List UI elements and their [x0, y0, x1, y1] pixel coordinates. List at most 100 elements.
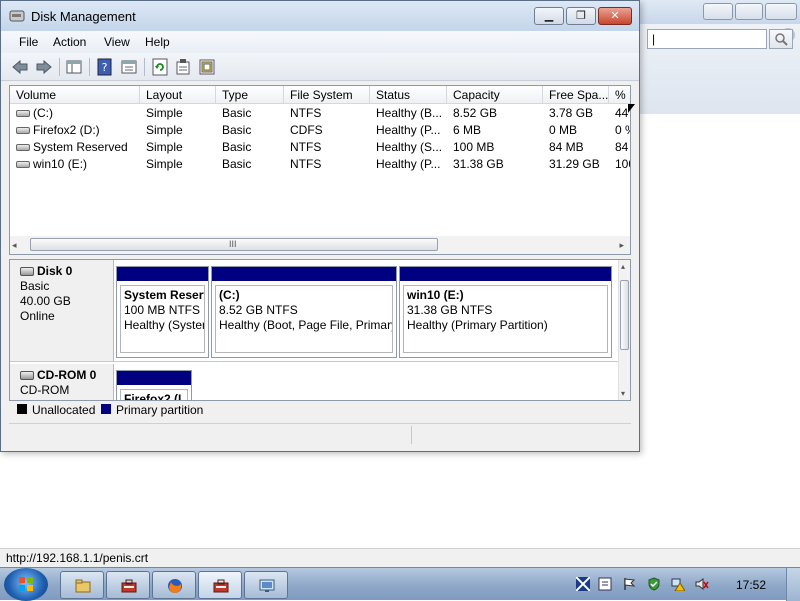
scroll-up-icon[interactable]: ▴ — [621, 262, 625, 271]
column-header-file-system[interactable]: File System — [284, 86, 370, 104]
partition-size: 100 MB NTFS — [124, 303, 201, 317]
close-button[interactable]: ✕ — [598, 7, 632, 25]
security-check-icon[interactable] — [647, 577, 661, 591]
partition-details: (C:) 8.52 GB NTFS Healthy (Boot, Page Fi… — [215, 285, 393, 353]
network-warning-icon[interactable] — [671, 577, 685, 591]
vertical-scrollbar[interactable]: ▴ ▾ — [618, 260, 630, 400]
partition-system-reserved[interactable]: System Reserv 100 MB NTFS Healthy (Syste… — [116, 266, 209, 358]
scroll-right-icon[interactable]: ▸ — [619, 240, 624, 251]
column-header-volume[interactable]: Volume — [10, 86, 140, 104]
disk-graphical-view: Disk 0 Basic 40.00 GB Online System Rese… — [9, 259, 631, 401]
percent-free-cell: 0 % — [615, 123, 630, 137]
partition-status: Healthy (Primary Partition) — [407, 318, 548, 332]
mouse-cursor-icon — [628, 104, 635, 113]
volume-muted-icon[interactable] — [695, 577, 709, 591]
start-button[interactable] — [4, 568, 48, 601]
export-list-icon[interactable] — [198, 58, 216, 76]
taskbar-toolbox-button[interactable] — [106, 571, 150, 599]
column-header-type[interactable]: Type — [216, 86, 284, 104]
minimize-button[interactable]: ▁ — [534, 7, 564, 25]
menu-bar: File Action View Help — [1, 31, 639, 53]
file-system-cell: CDFS — [290, 123, 323, 137]
volume-list[interactable]: Volume Layout Type File System Status Ca… — [9, 85, 631, 255]
background-close-button[interactable] — [765, 3, 797, 20]
scrollbar-grip-icon: III — [229, 239, 237, 249]
table-row[interactable]: win10 (E:) Simple Basic NTFS Healthy (P.… — [10, 156, 630, 173]
volume-cell: System Reserved — [10, 139, 140, 156]
remote-desktop-icon — [259, 579, 275, 592]
scrollbar-thumb[interactable]: III — [30, 238, 438, 251]
table-row[interactable]: (C:) Simple Basic NTFS Healthy (B... 8.5… — [10, 105, 630, 122]
windows-logo-icon — [19, 577, 33, 591]
toolbar: ? — [1, 53, 639, 81]
disk-info[interactable]: CD-ROM 0 CD-ROM — [10, 364, 114, 400]
scrollbar-thumb[interactable] — [620, 280, 629, 350]
menu-help[interactable]: Help — [145, 35, 170, 49]
column-header-layout[interactable]: Layout — [140, 86, 216, 104]
properties-icon[interactable] — [174, 58, 192, 76]
list-header: Volume Layout Type File System Status Ca… — [10, 86, 630, 104]
horizontal-scrollbar[interactable]: ◂ III ▸ — [10, 236, 630, 254]
taskbar-remote-desktop-button[interactable] — [244, 571, 288, 599]
background-maximize-button[interactable] — [735, 3, 763, 20]
forward-icon[interactable] — [35, 58, 53, 76]
show-desktop-button[interactable] — [786, 568, 800, 601]
taskbar-disk-management-button[interactable] — [198, 571, 242, 599]
partition-bar — [117, 371, 191, 385]
taskbar-explorer-button[interactable] — [60, 571, 104, 599]
help-icon[interactable]: ? — [96, 58, 114, 76]
properties-view-icon[interactable] — [120, 58, 138, 76]
taskbar-firefox-button[interactable] — [152, 571, 196, 599]
search-button[interactable] — [769, 29, 793, 49]
free-space-cell: 0 MB — [549, 123, 578, 137]
partition-status: Healthy (Syster — [124, 318, 205, 332]
menu-view[interactable]: View — [104, 35, 130, 49]
cd-drive-icon — [16, 127, 30, 135]
table-row[interactable]: Firefox2 (D:) Simple Basic CDFS Healthy … — [10, 122, 630, 139]
layout-cell: Simple — [146, 123, 183, 137]
table-row[interactable]: System Reserved Simple Basic NTFS Health… — [10, 139, 630, 156]
capacity-cell: 8.52 GB — [453, 106, 498, 120]
capacity-cell: 31.38 GB — [453, 157, 504, 171]
disk-management-window: Disk Management ▁ ❐ ✕ File Action View H… — [0, 0, 640, 452]
partition-firefox2[interactable]: Firefox2 (I — [116, 370, 192, 401]
partition-win10[interactable]: win10 (E:) 31.38 GB NTFS Healthy (Primar… — [399, 266, 612, 358]
column-header-percent-free[interactable]: % F — [609, 86, 630, 104]
clock[interactable]: 17:52 — [736, 578, 766, 592]
scroll-left-icon[interactable]: ◂ — [12, 240, 17, 251]
column-header-free-space[interactable]: Free Spa... — [543, 86, 609, 104]
column-header-capacity[interactable]: Capacity — [447, 86, 543, 104]
menu-file[interactable]: File — [19, 35, 38, 49]
language-flag-icon[interactable] — [576, 577, 590, 591]
partition-name: Firefox2 (I — [124, 392, 182, 401]
partition-details: System Reserv 100 MB NTFS Healthy (Syste… — [120, 285, 205, 353]
partition-status: Healthy (Boot, Page File, Primary — [219, 318, 393, 332]
disk-row-disk-0: Disk 0 Basic 40.00 GB Online System Rese… — [10, 260, 620, 362]
disk-name: Disk 0 — [37, 264, 73, 278]
menu-action[interactable]: Action — [53, 35, 86, 49]
toolbox-icon — [213, 579, 229, 593]
svg-text:?: ? — [102, 61, 108, 74]
search-input[interactable] — [647, 29, 767, 49]
status-url: http://192.168.1.1/penis.crt — [6, 551, 149, 565]
percent-free-cell: 100 — [615, 157, 630, 171]
scroll-down-icon[interactable]: ▾ — [621, 389, 625, 398]
refresh-icon[interactable] — [151, 58, 169, 76]
maximize-button[interactable]: ❐ — [566, 7, 596, 25]
disk-management-icon — [9, 10, 25, 22]
column-header-status[interactable]: Status — [370, 86, 447, 104]
partition-size: 31.38 GB NTFS — [407, 303, 493, 317]
title-bar[interactable]: Disk Management ▁ ❐ ✕ — [1, 1, 639, 31]
show-hide-console-tree-icon[interactable] — [65, 58, 83, 76]
capacity-cell: 6 MB — [453, 123, 482, 137]
background-minimize-button[interactable] — [703, 3, 733, 20]
toolbar-separator — [59, 58, 60, 76]
status-cell: Healthy (P... — [376, 157, 441, 171]
flag-icon[interactable] — [622, 577, 636, 591]
partition-c[interactable]: (C:) 8.52 GB NTFS Healthy (Boot, Page Fi… — [211, 266, 397, 358]
keyboard-icon[interactable] — [598, 577, 612, 591]
disk-info[interactable]: Disk 0 Basic 40.00 GB Online — [10, 260, 114, 361]
partition-details: win10 (E:) 31.38 GB NTFS Healthy (Primar… — [403, 285, 608, 353]
back-icon[interactable] — [11, 58, 29, 76]
unallocated-swatch — [17, 404, 27, 414]
